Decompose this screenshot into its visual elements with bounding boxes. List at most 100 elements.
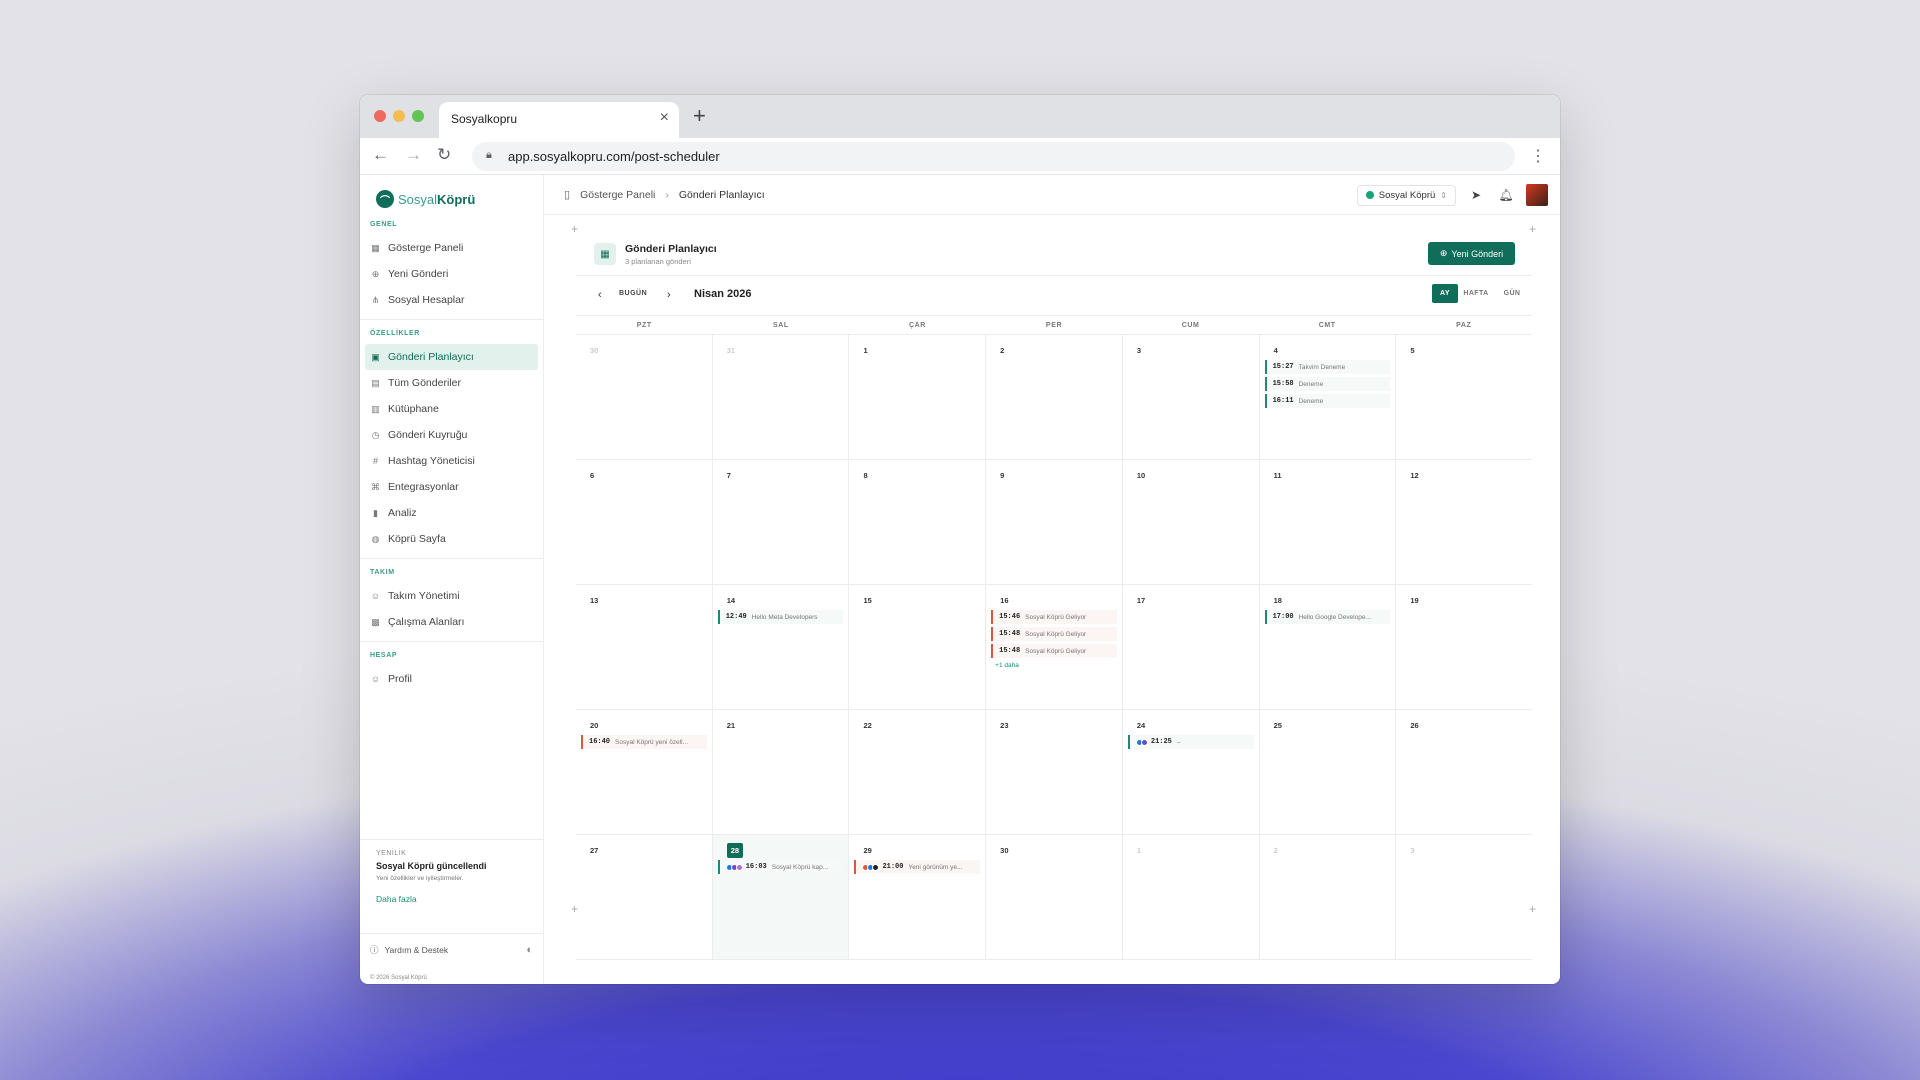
calendar-day[interactable]: 5	[1396, 335, 1532, 459]
calendar-day[interactable]: 17	[1123, 585, 1260, 709]
browser-menu-icon[interactable]: ⋮	[1530, 146, 1546, 166]
calendar-event[interactable]: 16:11 Deneme	[1264, 394, 1391, 408]
help-support[interactable]: ⓘ Yardım & Destek ◐	[360, 933, 543, 956]
calendar-day[interactable]: 18 17:00 Hello Google Develope...	[1260, 585, 1397, 709]
sidebar-section-title: ÖZELLİKLER	[370, 330, 420, 337]
sidebar-item-6[interactable]: ▮ Analiz	[365, 500, 538, 526]
calendar-event[interactable]: 15:48 Sosyal Köprü Geliyor	[991, 627, 1117, 641]
calendar-event[interactable]: 15:48 Sosyal Köprü Geliyor	[991, 644, 1117, 658]
calendar-day[interactable]: 2	[986, 335, 1123, 459]
next-month-icon[interactable]: ›	[667, 289, 671, 301]
calendar-day[interactable]: 2	[1260, 835, 1397, 959]
account-switcher[interactable]: Sosyal Köprü ⇕	[1356, 184, 1456, 206]
calendar-day[interactable]: 14 12:49 Hello Meta Developers	[713, 585, 850, 709]
sidebar-item-label: Gönderi Planlayıcı	[388, 351, 474, 363]
sidebar-item-1[interactable]: ⊕ Yeni Gönderi	[365, 261, 538, 287]
calendar-day[interactable]: 22	[849, 710, 987, 834]
forward-icon[interactable]: →	[405, 145, 422, 165]
calendar-day[interactable]: 4 15:27 Takvim Deneme 15:58 Deneme 16:11 Denem…	[1260, 335, 1397, 459]
new-tab-button[interactable]: +	[693, 103, 706, 129]
sidebar-item-1[interactable]: ▤ Tüm Gönderiler	[365, 370, 538, 396]
account-avatars	[1135, 738, 1148, 746]
today-button[interactable]: BUGÜN	[619, 290, 647, 297]
calendar-toolbar: ‹ BUGÜN › Nisan 2026 AY HAFTA GÜN	[576, 275, 1532, 315]
calendar-day[interactable]: 30	[986, 835, 1123, 959]
calendar-day[interactable]: 24 21:25–	[1123, 710, 1260, 834]
view-tab-0[interactable]: AY	[1432, 284, 1458, 303]
send-icon[interactable]: ➤	[1466, 188, 1486, 202]
calendar-day[interactable]: 6	[576, 460, 713, 584]
calendar-day[interactable]: 29 21:00 Yeni görünüm ye...	[849, 835, 987, 959]
calendar-day[interactable]: 9	[986, 460, 1123, 584]
calendar-day[interactable]: 15	[849, 585, 987, 709]
sidebar-item-2[interactable]: ⋔ Sosyal Hesaplar	[365, 287, 538, 313]
sidebar-toggle-icon[interactable]: ▯	[564, 188, 570, 201]
logo[interactable]: ⌒ SosyalKöprü	[360, 175, 543, 211]
calendar-event[interactable]: 16:03 Sosyal Köprü kap...	[717, 860, 844, 874]
calendar-event[interactable]: 21:00 Yeni görünüm ye...	[854, 860, 981, 874]
day-number-text: 27	[590, 845, 599, 855]
calendar-day[interactable]: 26	[1396, 710, 1532, 834]
reload-icon[interactable]: ↻	[437, 145, 451, 165]
sidebar-item-4[interactable]: # Hashtag Yöneticisi	[365, 448, 538, 474]
calendar-day[interactable]: 11	[1260, 460, 1397, 584]
calendar-day[interactable]: 23	[986, 710, 1123, 834]
day-number-text: 9	[1000, 470, 1005, 480]
sidebar-item-2[interactable]: ▥ Kütüphane	[365, 396, 538, 422]
close-window-button[interactable]	[374, 110, 386, 122]
calendar-event[interactable]: 21:25–	[1127, 735, 1254, 749]
address-bar[interactable]: 🔒︎ app.sosyalkopru.com/post-scheduler	[472, 142, 1515, 171]
calendar-day[interactable]: 31	[713, 335, 850, 459]
sidebar-item-0[interactable]: ☺ Profil	[365, 666, 538, 692]
new-post-button[interactable]: ⊕ Yeni Gönderi	[1428, 242, 1515, 265]
calendar-day[interactable]: 13	[576, 585, 713, 709]
calendar-day[interactable]: 3	[1123, 335, 1260, 459]
calendar-day[interactable]: 12	[1396, 460, 1532, 584]
sidebar-item-3[interactable]: ◷ Gönderi Kuyruğu	[365, 422, 538, 448]
calendar-day[interactable]: 16 15:46 Sosyal Köprü Geliyor 15:48 Sosyal K…	[986, 585, 1123, 709]
calendar-day[interactable]: 28 16:03 Sosyal Köprü kap...	[712, 835, 850, 959]
close-tab-icon[interactable]: ×	[660, 109, 669, 127]
calendar-event[interactable]: 15:27 Takvim Deneme	[1264, 360, 1391, 374]
calendar-day[interactable]: 20 16:40 Sosyal Köprü yeni özell...	[576, 710, 713, 834]
day-number-text: 10	[1136, 470, 1146, 480]
sidebar-item-1[interactable]: ▩ Çalışma Alanları	[365, 609, 538, 635]
more-events-link[interactable]: +1 daha	[991, 662, 1117, 669]
view-tab-2[interactable]: GÜN	[1494, 284, 1530, 303]
view-tab-1[interactable]: HAFTA	[1458, 284, 1494, 303]
browser-tab[interactable]: Sosyalkopru ×	[439, 102, 679, 138]
sidebar-item-0[interactable]: ☺ Takım Yönetimi	[365, 583, 538, 609]
sidebar-item-7[interactable]: ◍ Köprü Sayfa	[365, 526, 538, 552]
calendar-day[interactable]: 8	[849, 460, 987, 584]
calendar-day[interactable]: 25	[1260, 710, 1397, 834]
calendar-event[interactable]: 16:40 Sosyal Köprü yeni özell...	[581, 735, 707, 749]
sidebar-item-0[interactable]: ▦ Gösterge Paneli	[365, 235, 538, 261]
calendar-day[interactable]: 30	[576, 335, 713, 459]
day-number: 25	[1265, 718, 1391, 732]
calendar-day[interactable]: 10	[1123, 460, 1260, 584]
theme-toggle-icon[interactable]: ◐	[526, 944, 533, 956]
day-number: 14	[718, 593, 844, 607]
calendar-event[interactable]: 12:49 Hello Meta Developers	[717, 610, 844, 624]
avatar[interactable]	[1526, 184, 1548, 206]
calendar-day[interactable]: 19	[1396, 585, 1532, 709]
maximize-window-button[interactable]	[412, 110, 424, 122]
calendar-event[interactable]: 15:58 Deneme	[1264, 377, 1391, 391]
prev-month-icon[interactable]: ‹	[598, 289, 602, 301]
calendar-day[interactable]: 3	[1396, 835, 1532, 959]
calendar-day[interactable]: 21	[713, 710, 850, 834]
calendar-day[interactable]: 1	[1123, 835, 1260, 959]
calendar-day[interactable]: 7	[713, 460, 850, 584]
calendar-event[interactable]: 15:46 Sosyal Köprü Geliyor	[991, 610, 1117, 624]
bell-icon[interactable]: 🔔︎	[1496, 188, 1516, 202]
news-more-link[interactable]: Daha fazla	[376, 894, 527, 904]
day-number-text: 21	[726, 720, 736, 730]
sidebar-item-0[interactable]: ▣ Gönderi Planlayıcı	[365, 344, 538, 370]
breadcrumb-parent[interactable]: Gösterge Paneli	[580, 189, 655, 201]
back-icon[interactable]: ←	[372, 145, 389, 165]
calendar-day[interactable]: 27	[576, 835, 713, 959]
sidebar-item-5[interactable]: ⌘ Entegrasyonlar	[365, 474, 538, 500]
calendar-day[interactable]: 1	[849, 335, 987, 459]
minimize-window-button[interactable]	[393, 110, 405, 122]
calendar-event[interactable]: 17:00 Hello Google Develope...	[1264, 610, 1391, 624]
